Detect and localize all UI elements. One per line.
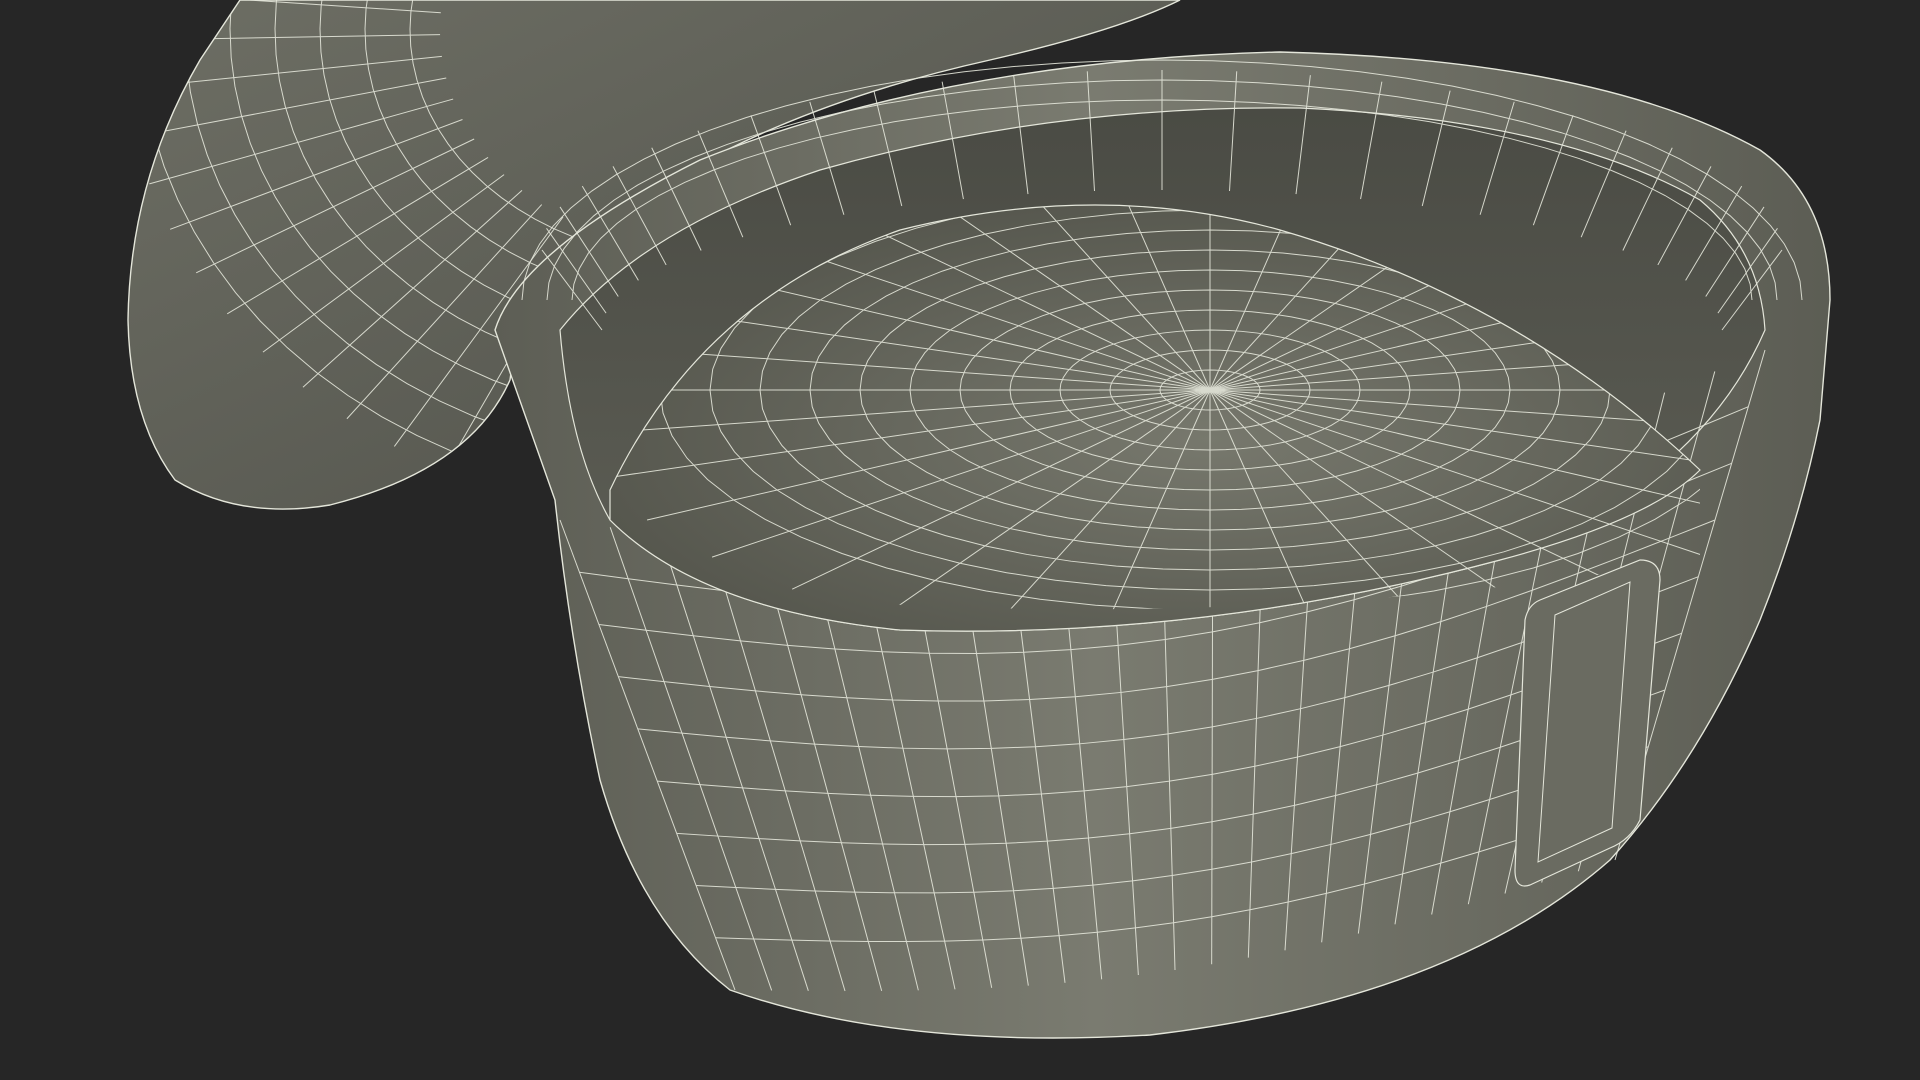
wireframe-render <box>127 0 1831 1039</box>
side-label-tab <box>1514 559 1661 887</box>
3d-viewport[interactable] <box>0 0 1920 1080</box>
